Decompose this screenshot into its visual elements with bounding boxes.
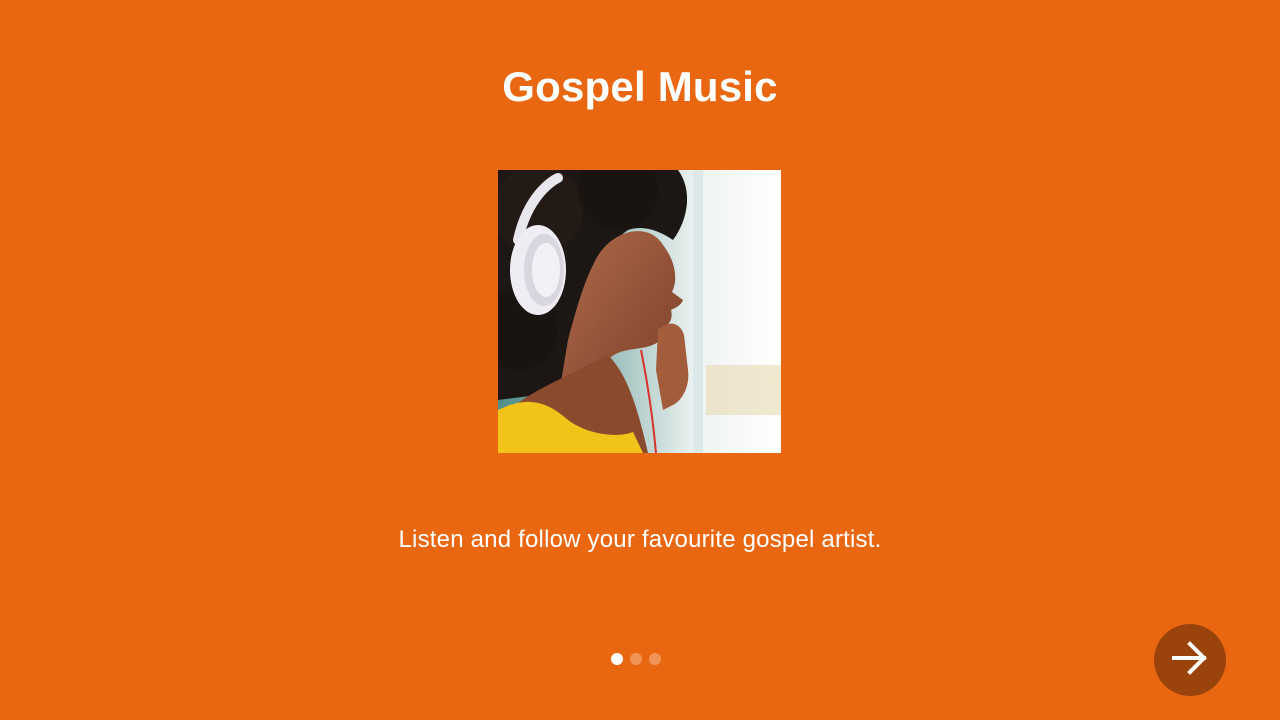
page-dot-2[interactable] <box>630 653 642 665</box>
page-indicator <box>611 653 661 665</box>
hero-image <box>498 170 781 453</box>
onboarding-description: Listen and follow your favourite gospel … <box>398 526 882 553</box>
page-title: Gospel Music <box>502 63 778 110</box>
page-dot-3[interactable] <box>649 653 661 665</box>
page-dot-1[interactable] <box>611 653 623 665</box>
arrow-right-icon <box>1170 638 1210 683</box>
next-button[interactable] <box>1154 624 1226 696</box>
